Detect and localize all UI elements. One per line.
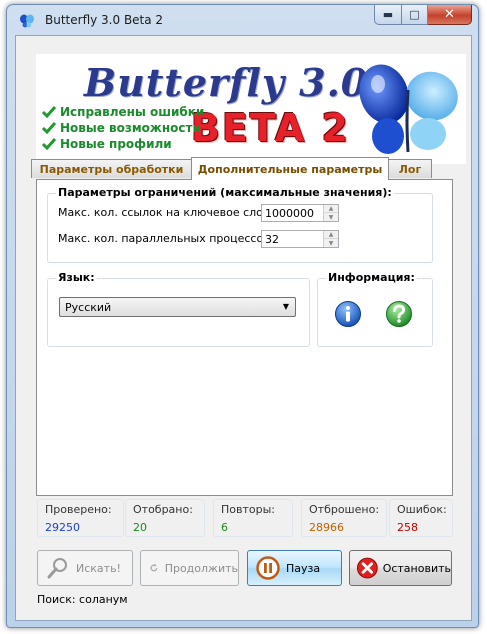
close-button[interactable]: ✕	[428, 5, 472, 25]
feature-item: Новые возможности	[42, 120, 204, 136]
stat-rejected: Отброшено: 28966	[301, 499, 387, 537]
info-group-label: Информация:	[326, 271, 417, 284]
feature-label: Новые возможности	[60, 121, 201, 135]
continue-button[interactable]: Продолжить	[140, 550, 239, 586]
stat-value: 258	[397, 521, 418, 534]
tab-additional-params[interactable]: Дополнительные параметры	[191, 157, 389, 180]
chevron-down-icon: ▼	[282, 302, 289, 311]
stat-duplicates: Повторы: 6	[213, 499, 293, 537]
stat-label: Отброшено:	[309, 503, 380, 516]
limits-group-label: Параметры ограничений (максимальные знач…	[56, 186, 394, 199]
tab-processing-params[interactable]: Параметры обработки	[31, 159, 192, 178]
feature-label: Новые профили	[60, 137, 172, 151]
threads-spinner[interactable]: ▲ ▼	[261, 230, 339, 248]
language-selected: Русский	[65, 301, 112, 314]
language-select[interactable]: Русский ▼	[59, 297, 296, 317]
info-group: Информация:	[317, 271, 433, 347]
banner: Butterfly 3.0 BETA 2 Исправлены ошибки Н…	[36, 54, 466, 164]
magnifier-icon	[47, 558, 67, 579]
language-group-label: Язык:	[56, 271, 97, 284]
stat-label: Проверено:	[45, 503, 112, 516]
spin-down-icon[interactable]: ▼	[324, 213, 338, 221]
pause-icon	[256, 556, 280, 580]
close-icon: ✕	[444, 7, 455, 22]
window-title: Butterfly 3.0 Beta 2	[45, 13, 164, 27]
tab-log[interactable]: Лог	[388, 159, 432, 178]
stat-selected: Отобрано: 20	[125, 499, 205, 537]
green-check-icon	[42, 138, 56, 151]
stop-button[interactable]: Остановить	[349, 550, 452, 586]
stat-errors: Ошибок: 258	[389, 499, 453, 537]
feature-item: Новые профили	[42, 136, 204, 152]
search-button[interactable]: Искать!	[37, 550, 133, 586]
stat-label: Повторы:	[221, 503, 275, 516]
stat-value: 28966	[309, 521, 344, 534]
tab-panel: Параметры ограничений (максимальные знач…	[36, 179, 453, 496]
links-spinner[interactable]: ▲ ▼	[261, 204, 339, 222]
stat-value: 29250	[45, 521, 80, 534]
limits-group: Параметры ограничений (максимальные знач…	[47, 186, 433, 263]
spin-down-icon[interactable]: ▼	[324, 239, 338, 247]
links-input[interactable]	[262, 205, 323, 221]
banner-beta: BETA 2	[191, 106, 350, 150]
threads-spinner-arrows[interactable]: ▲ ▼	[323, 231, 338, 247]
app-window: Butterfly 3.0 Beta 2 ▬ □ ✕ Butterfly 3.0…	[6, 4, 479, 628]
help-icon[interactable]	[385, 300, 413, 328]
minimize-button[interactable]: ▬	[374, 5, 402, 25]
continue-button-label: Продолжить	[164, 561, 238, 575]
maximize-icon: □	[409, 8, 420, 21]
stat-label: Ошибок:	[397, 503, 447, 516]
threads-label: Макс. кол. параллельных процессов:	[58, 232, 274, 245]
status-bar: Поиск: соланум	[37, 593, 128, 606]
info-icon[interactable]	[334, 300, 362, 328]
pause-button[interactable]: Пауза	[247, 550, 342, 586]
banner-title: Butterfly 3.0	[84, 60, 369, 105]
language-group: Язык: Русский ▼	[47, 271, 310, 347]
stop-icon	[356, 557, 378, 579]
threads-input[interactable]	[262, 231, 323, 247]
maximize-button[interactable]: □	[402, 5, 428, 25]
stat-label: Отобрано:	[133, 503, 193, 516]
green-check-icon	[42, 106, 56, 119]
stat-value: 6	[221, 521, 228, 534]
stat-checked: Проверено: 29250	[37, 499, 124, 537]
spin-up-icon[interactable]: ▲	[324, 231, 338, 239]
links-spinner-arrows[interactable]: ▲ ▼	[323, 205, 338, 221]
green-check-icon	[42, 122, 56, 135]
refresh-icon	[150, 563, 158, 572]
spin-up-icon[interactable]: ▲	[324, 205, 338, 213]
links-row: Макс. кол. ссылок на ключевое слово:	[58, 206, 280, 219]
pause-button-label: Пауза	[286, 561, 321, 575]
feature-label: Исправлены ошибки	[60, 105, 205, 119]
butterfly-logo-icon	[359, 64, 458, 154]
feature-item: Исправлены ошибки	[42, 104, 204, 120]
stop-button-label: Остановить	[382, 561, 451, 575]
search-button-label: Искать!	[76, 561, 121, 575]
title-bar[interactable]: Butterfly 3.0 Beta 2 ▬ □ ✕	[7, 5, 478, 35]
threads-row: Макс. кол. параллельных процессов:	[58, 232, 273, 245]
stat-value: 20	[133, 521, 147, 534]
butterfly-app-icon	[20, 14, 34, 28]
window-controls: ▬ □ ✕	[374, 5, 472, 25]
minimize-icon: ▬	[382, 8, 394, 21]
feature-list: Исправлены ошибки Новые возможности Новы…	[42, 104, 204, 152]
links-label: Макс. кол. ссылок на ключевое слово:	[58, 206, 280, 219]
